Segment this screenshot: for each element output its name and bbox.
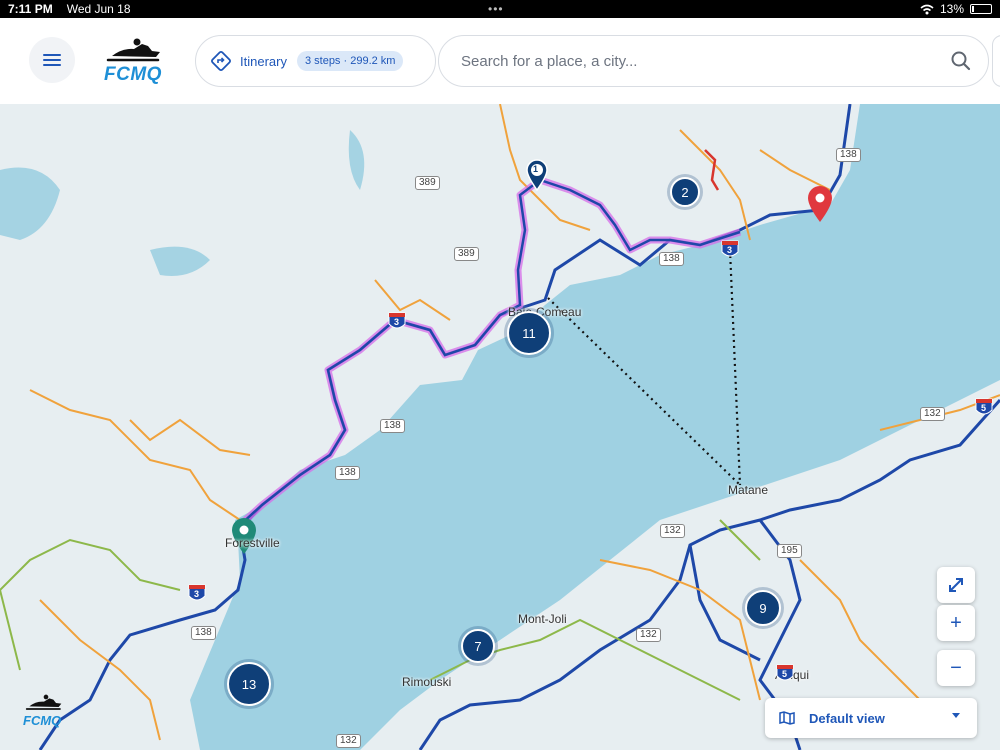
multitasking-dots-icon[interactable]: ••• bbox=[488, 2, 504, 16]
search-icon[interactable] bbox=[948, 48, 974, 74]
route-shield: 138 bbox=[836, 148, 861, 162]
cluster-marker[interactable]: 9 bbox=[745, 590, 781, 626]
snowmobile-icon bbox=[106, 38, 160, 62]
place-label: Matane bbox=[728, 483, 769, 497]
fullscreen-button[interactable] bbox=[937, 567, 975, 603]
caret-down-icon bbox=[952, 713, 960, 718]
route-shield: 389 bbox=[415, 176, 440, 190]
map-canvas[interactable]: 1 Baie-Comeau Forestville Matane Mont-Jo… bbox=[0, 104, 1000, 750]
battery-fill bbox=[972, 6, 974, 12]
itinerary-label: Itinerary bbox=[240, 53, 287, 69]
fcmq-watermark: FCMQ bbox=[20, 693, 72, 733]
battery-percent: 13% bbox=[939, 2, 964, 16]
trail-shield-number: 5 bbox=[981, 403, 987, 413]
wifi-icon bbox=[920, 4, 934, 14]
trail-shield: 3 bbox=[188, 584, 206, 604]
route-shield: 138 bbox=[335, 466, 360, 480]
logo-text: FCMQ bbox=[104, 64, 162, 85]
cluster-marker[interactable]: 2 bbox=[670, 177, 700, 207]
fcmq-logo[interactable]: FCMQ bbox=[100, 36, 170, 86]
battery-icon bbox=[970, 4, 992, 14]
map-svg bbox=[0, 104, 1000, 750]
search-bar bbox=[438, 35, 989, 87]
route-shield: 132 bbox=[920, 407, 945, 421]
map-icon bbox=[779, 711, 795, 725]
hamburger-icon bbox=[43, 54, 61, 66]
route-shield: 138 bbox=[659, 252, 684, 266]
marker-step-number: 1 bbox=[533, 164, 539, 174]
zoom-in-button[interactable]: + bbox=[937, 605, 975, 641]
status-time: 7:11 PM bbox=[8, 2, 53, 16]
place-label: Mont-Joli bbox=[518, 612, 567, 626]
app: 7:11 PM Wed Jun 18 ••• 13% FCMQ Itinerar… bbox=[0, 0, 1000, 750]
route-shield: 132 bbox=[660, 524, 685, 538]
zoom-out-button[interactable]: − bbox=[937, 650, 975, 686]
route-shield: 195 bbox=[777, 544, 802, 558]
trail-shield-number: 3 bbox=[727, 245, 733, 255]
watermark-text: FCMQ bbox=[23, 713, 62, 728]
menu-button[interactable] bbox=[29, 37, 75, 83]
header-overflow-pill[interactable] bbox=[992, 35, 1000, 87]
itinerary-steps: 3 steps bbox=[304, 55, 341, 67]
status-bar: 7:11 PM Wed Jun 18 ••• 13% bbox=[0, 0, 1000, 18]
place-label: Forestville bbox=[225, 536, 280, 550]
route-shield: 132 bbox=[336, 734, 361, 748]
place-label: Rimouski bbox=[402, 675, 452, 689]
itinerary-button[interactable]: Itinerary 3 steps · 299.2 km bbox=[195, 35, 436, 87]
trail-shield-number: 3 bbox=[194, 589, 200, 599]
expand-icon bbox=[949, 578, 963, 592]
status-date: Wed Jun 18 bbox=[66, 2, 131, 16]
itinerary-summary-badge: 3 steps · 299.2 km bbox=[296, 51, 404, 71]
route-shield: 138 bbox=[380, 419, 405, 433]
view-selector-label: Default view bbox=[809, 710, 885, 726]
header: FCMQ Itinerary 3 steps · 299.2 km bbox=[0, 18, 1000, 104]
directions-icon bbox=[211, 51, 231, 71]
status-right: 13% bbox=[920, 2, 992, 16]
trail-shield-number: 3 bbox=[394, 317, 400, 327]
route-shield: 138 bbox=[191, 626, 216, 640]
trail-shield: 3 bbox=[388, 312, 406, 332]
view-selector[interactable]: Default view bbox=[765, 698, 977, 738]
trail-shield: 5 bbox=[776, 664, 794, 684]
route-shield: 389 bbox=[454, 247, 479, 261]
trail-shield: 5 bbox=[975, 398, 993, 418]
snowmobile-icon bbox=[25, 694, 62, 710]
cluster-marker[interactable]: 7 bbox=[461, 629, 495, 663]
cluster-marker[interactable]: 11 bbox=[507, 311, 551, 355]
route-shield: 132 bbox=[636, 628, 661, 642]
search-input[interactable] bbox=[461, 52, 921, 70]
trail-shield-number: 5 bbox=[782, 669, 788, 679]
cluster-marker[interactable]: 13 bbox=[227, 662, 271, 706]
trail-shield: 3 bbox=[721, 240, 739, 260]
itinerary-distance: 299.2 km bbox=[350, 55, 396, 67]
